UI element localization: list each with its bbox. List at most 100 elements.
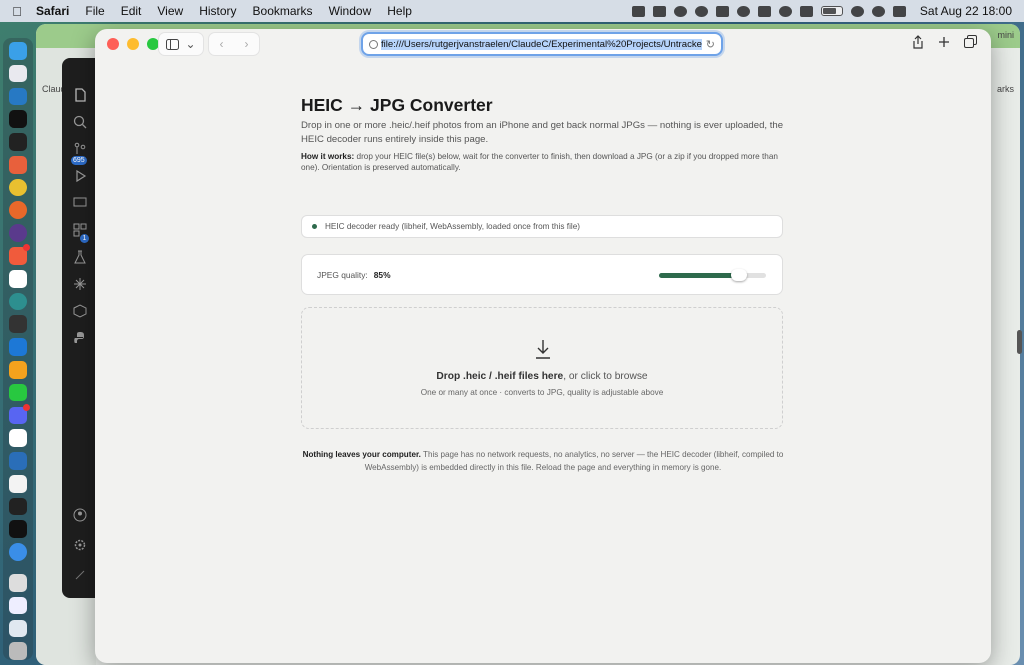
source-control-badge: 695 — [71, 156, 87, 165]
discord-icon[interactable] — [9, 403, 30, 425]
toolbar-actions — [912, 35, 977, 52]
address-bar[interactable]: file:///Users/rutgerjvanstraelen/ClaudeC… — [361, 32, 723, 56]
safari-window: ⌄ ‹ › file:///Users/rutgerjvanstraelen/C… — [95, 29, 991, 663]
vpn-icon[interactable] — [715, 5, 729, 17]
asterisk-app-icon[interactable] — [9, 155, 27, 174]
firefox-icon[interactable] — [9, 201, 27, 220]
testing-flask-icon[interactable] — [71, 248, 89, 266]
status-dot-icon — [312, 224, 317, 229]
activity-monitor-icon[interactable] — [9, 497, 27, 516]
navigation-buttons: ‹ › — [208, 32, 260, 56]
menu-bookmarks[interactable]: Bookmarks — [245, 4, 321, 18]
share-icon[interactable] — [912, 35, 924, 52]
battery-icon[interactable] — [820, 6, 843, 16]
qr-code-icon[interactable] — [9, 573, 27, 592]
settings-gear-icon[interactable] — [71, 536, 89, 554]
trash-icon[interactable] — [9, 642, 27, 660]
menu-file[interactable]: File — [77, 4, 112, 18]
background-window-bookmarks-label: arks — [996, 84, 1014, 94]
file-dropzone[interactable]: Drop .heic / .heif files here, or click … — [301, 307, 783, 429]
asana-icon[interactable] — [9, 244, 30, 265]
tab-overview-icon[interactable] — [964, 35, 977, 52]
jetbrains-icon[interactable] — [9, 133, 27, 151]
page-info-icon[interactable] — [369, 39, 378, 49]
database-icon[interactable] — [9, 452, 27, 470]
terminal-icon[interactable] — [9, 520, 27, 539]
vlc-icon[interactable] — [9, 360, 27, 379]
screenshot-icon[interactable] — [9, 619, 27, 638]
browser-toolbar: ⌄ ‹ › file:///Users/rutgerjvanstraelen/C… — [95, 29, 991, 59]
textedit-icon[interactable] — [9, 429, 27, 447]
menu-window[interactable]: Window — [321, 4, 380, 18]
menu-edit[interactable]: Edit — [113, 4, 150, 18]
claude-asterisk-icon[interactable] — [71, 275, 89, 293]
new-tab-icon[interactable] — [938, 35, 950, 52]
containers-icon[interactable] — [71, 302, 89, 320]
launchpad-icon[interactable] — [9, 64, 27, 83]
extensions-badge: 1 — [80, 234, 89, 243]
user-icon[interactable] — [871, 5, 885, 17]
menu-view[interactable]: View — [149, 4, 191, 18]
quality-card: JPEG quality: 85% — [301, 254, 783, 295]
menu-help[interactable]: Help — [379, 4, 420, 18]
activity-icon[interactable] — [9, 315, 27, 334]
menu-clock[interactable]: Sat Aug 22 18:00 — [920, 4, 1012, 18]
chrome-icon[interactable] — [9, 178, 27, 197]
apple-menu-icon[interactable]:  — [0, 4, 34, 19]
collapse-icon[interactable] — [71, 566, 89, 584]
dropzone-prompt-rest: , or click to browse — [563, 371, 648, 382]
quality-slider[interactable] — [659, 269, 766, 281]
scrollbar-thumb[interactable] — [1017, 330, 1022, 354]
source-control-icon[interactable]: 695 — [71, 140, 89, 165]
back-button[interactable]: ‹ — [220, 37, 224, 51]
explorer-icon[interactable] — [71, 86, 89, 104]
run-debug-icon[interactable] — [71, 167, 89, 185]
sync-icon[interactable] — [736, 5, 750, 17]
vscode-icon[interactable] — [9, 87, 27, 106]
timemachine-icon[interactable] — [694, 5, 708, 17]
claude-app-icon[interactable] — [9, 110, 27, 129]
finder-icon[interactable] — [9, 42, 27, 60]
wifi-icon[interactable] — [778, 5, 792, 17]
forward-button[interactable]: › — [245, 37, 249, 51]
dropbox-icon[interactable] — [652, 5, 666, 17]
drive-icon[interactable] — [631, 5, 645, 17]
menu-app-name[interactable]: Safari — [34, 4, 77, 18]
account-icon[interactable] — [71, 506, 89, 524]
chatgpt-icon[interactable] — [9, 292, 27, 311]
arc-icon[interactable] — [9, 224, 27, 242]
extensions-icon[interactable]: 1 — [71, 221, 89, 243]
address-text[interactable]: file:///Users/rutgerjvanstraelen/ClaudeC… — [381, 38, 702, 50]
quality-value: 85% — [373, 269, 391, 280]
background-window-corner-label: mini — [997, 30, 1014, 40]
python-icon[interactable] — [71, 329, 89, 347]
remote-explorer-icon[interactable] — [71, 194, 89, 212]
stats-icon[interactable] — [799, 5, 813, 17]
sidebar-icon — [166, 38, 180, 50]
how-it-works-label: How it works: — [301, 152, 355, 161]
control-center-icon[interactable] — [892, 5, 906, 17]
page-intro: Drop in one or more .heic/.heif photos f… — [301, 120, 784, 145]
bluetooth-icon[interactable] — [757, 5, 771, 17]
quality-slider-handle[interactable] — [731, 269, 748, 281]
appstore-icon[interactable] — [9, 338, 27, 356]
download-arrow-icon — [536, 340, 550, 359]
sidebar-toggle-button[interactable]: ⌄ — [158, 32, 204, 56]
minimize-window-button[interactable] — [127, 38, 139, 50]
close-window-button[interactable] — [107, 38, 119, 50]
search-icon[interactable] — [71, 113, 89, 131]
quality-label: JPEG quality: — [317, 269, 368, 280]
whatsapp-icon[interactable] — [9, 383, 27, 402]
claude-icon[interactable] — [673, 5, 687, 17]
notion-icon[interactable] — [9, 269, 27, 288]
menu-history[interactable]: History — [191, 4, 244, 18]
document-icon[interactable] — [9, 596, 27, 615]
safari-icon[interactable] — [9, 543, 27, 561]
page-title: HEIC → JPG Converter — [301, 95, 493, 115]
privacy-footer: Nothing leaves your computer. This page … — [301, 448, 785, 474]
how-it-works: How it works: drop your HEIC file(s) bel… — [301, 151, 785, 173]
spotlight-search-icon[interactable] — [850, 5, 864, 17]
notes-icon[interactable] — [9, 474, 27, 493]
decoder-status-card: HEIC decoder ready (libheif, WebAssembly… — [301, 215, 783, 238]
reload-icon[interactable]: ↻ — [706, 38, 715, 51]
